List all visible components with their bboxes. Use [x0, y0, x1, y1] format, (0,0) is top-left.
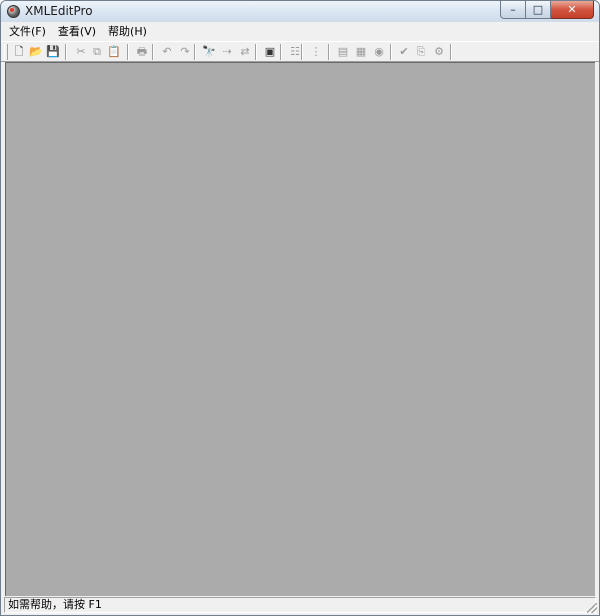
undo-icon[interactable]: ↶	[159, 44, 175, 60]
redo-icon[interactable]: ↷	[177, 44, 193, 60]
minimize-button[interactable]: –	[500, 1, 526, 19]
toolbar-separator	[280, 44, 282, 60]
toolbar-separator	[65, 44, 67, 60]
toolbar-grip[interactable]	[4, 44, 8, 60]
menu-file[interactable]: 文件(F)	[3, 22, 52, 41]
toolbar-separator	[328, 44, 330, 60]
new-icon[interactable]: 🗋	[11, 44, 27, 60]
list-view-icon[interactable]: ⋮	[308, 44, 324, 60]
menu-view[interactable]: 查看(V)	[52, 22, 102, 41]
find-icon[interactable]: 🔭	[201, 44, 217, 60]
find-next-icon[interactable]: ⇢	[219, 44, 235, 60]
toolbar-separator	[255, 44, 257, 60]
transform-icon[interactable]: ⎘	[413, 44, 429, 60]
status-text: 如需帮助，请按 F1	[4, 597, 596, 613]
toolbar: 🗋 📂 💾 ✂ ⧉ 📋 🖶 ↶ ↷ 🔭 ⇢ ⇄ ▣ ☷ ⋮ ▤ ▦ ◉ ✔ ⎘ ⚙	[1, 41, 599, 62]
resize-grip-icon[interactable]	[587, 603, 597, 613]
close-button[interactable]: ✕	[551, 1, 594, 19]
cut-icon[interactable]: ✂	[73, 44, 89, 60]
xml-view-icon[interactable]: ▤	[335, 44, 351, 60]
minimize-icon: –	[510, 3, 516, 16]
maximize-icon: □	[532, 3, 544, 16]
replace-icon[interactable]: ⇄	[237, 44, 253, 60]
window-controls: – □ ✕	[500, 1, 594, 19]
toolbar-separator	[127, 44, 129, 60]
app-logo-icon[interactable]	[7, 5, 20, 18]
mdi-workspace[interactable]	[5, 62, 595, 596]
status-bar: 如需帮助，请按 F1	[1, 596, 599, 615]
open-folder-icon[interactable]: 📂	[28, 44, 44, 60]
toolbar-separator	[390, 44, 392, 60]
tools-icon[interactable]: ⚙	[431, 44, 447, 60]
save-icon[interactable]: 💾	[45, 44, 61, 60]
menu-bar: 文件(F) 查看(V) 帮助(H)	[1, 22, 599, 41]
toolbar-separator	[450, 44, 452, 60]
paste-icon[interactable]: 📋	[106, 44, 122, 60]
title-bar[interactable]: XMLEditPro – □ ✕	[1, 1, 599, 22]
menu-help[interactable]: 帮助(H)	[102, 22, 153, 41]
print-icon[interactable]: 🖶	[134, 44, 150, 60]
validate-icon[interactable]: ◉	[371, 44, 387, 60]
toolbar-separator	[194, 44, 196, 60]
window-title: XMLEditPro	[25, 4, 93, 18]
close-icon: ✕	[567, 3, 577, 16]
toolbar-separator	[152, 44, 154, 60]
check-icon[interactable]: ✔	[396, 44, 412, 60]
toolbar-separator	[301, 44, 303, 60]
maximize-button[interactable]: □	[526, 1, 551, 19]
table-view-icon[interactable]: ▦	[353, 44, 369, 60]
app-window: XMLEditPro – □ ✕ 文件(F) 查看(V) 帮助(H) 🗋 📂 💾 ✂ ⧉…	[0, 0, 600, 616]
window-icon[interactable]: ▣	[262, 44, 278, 60]
copy-icon[interactable]: ⧉	[89, 44, 105, 60]
